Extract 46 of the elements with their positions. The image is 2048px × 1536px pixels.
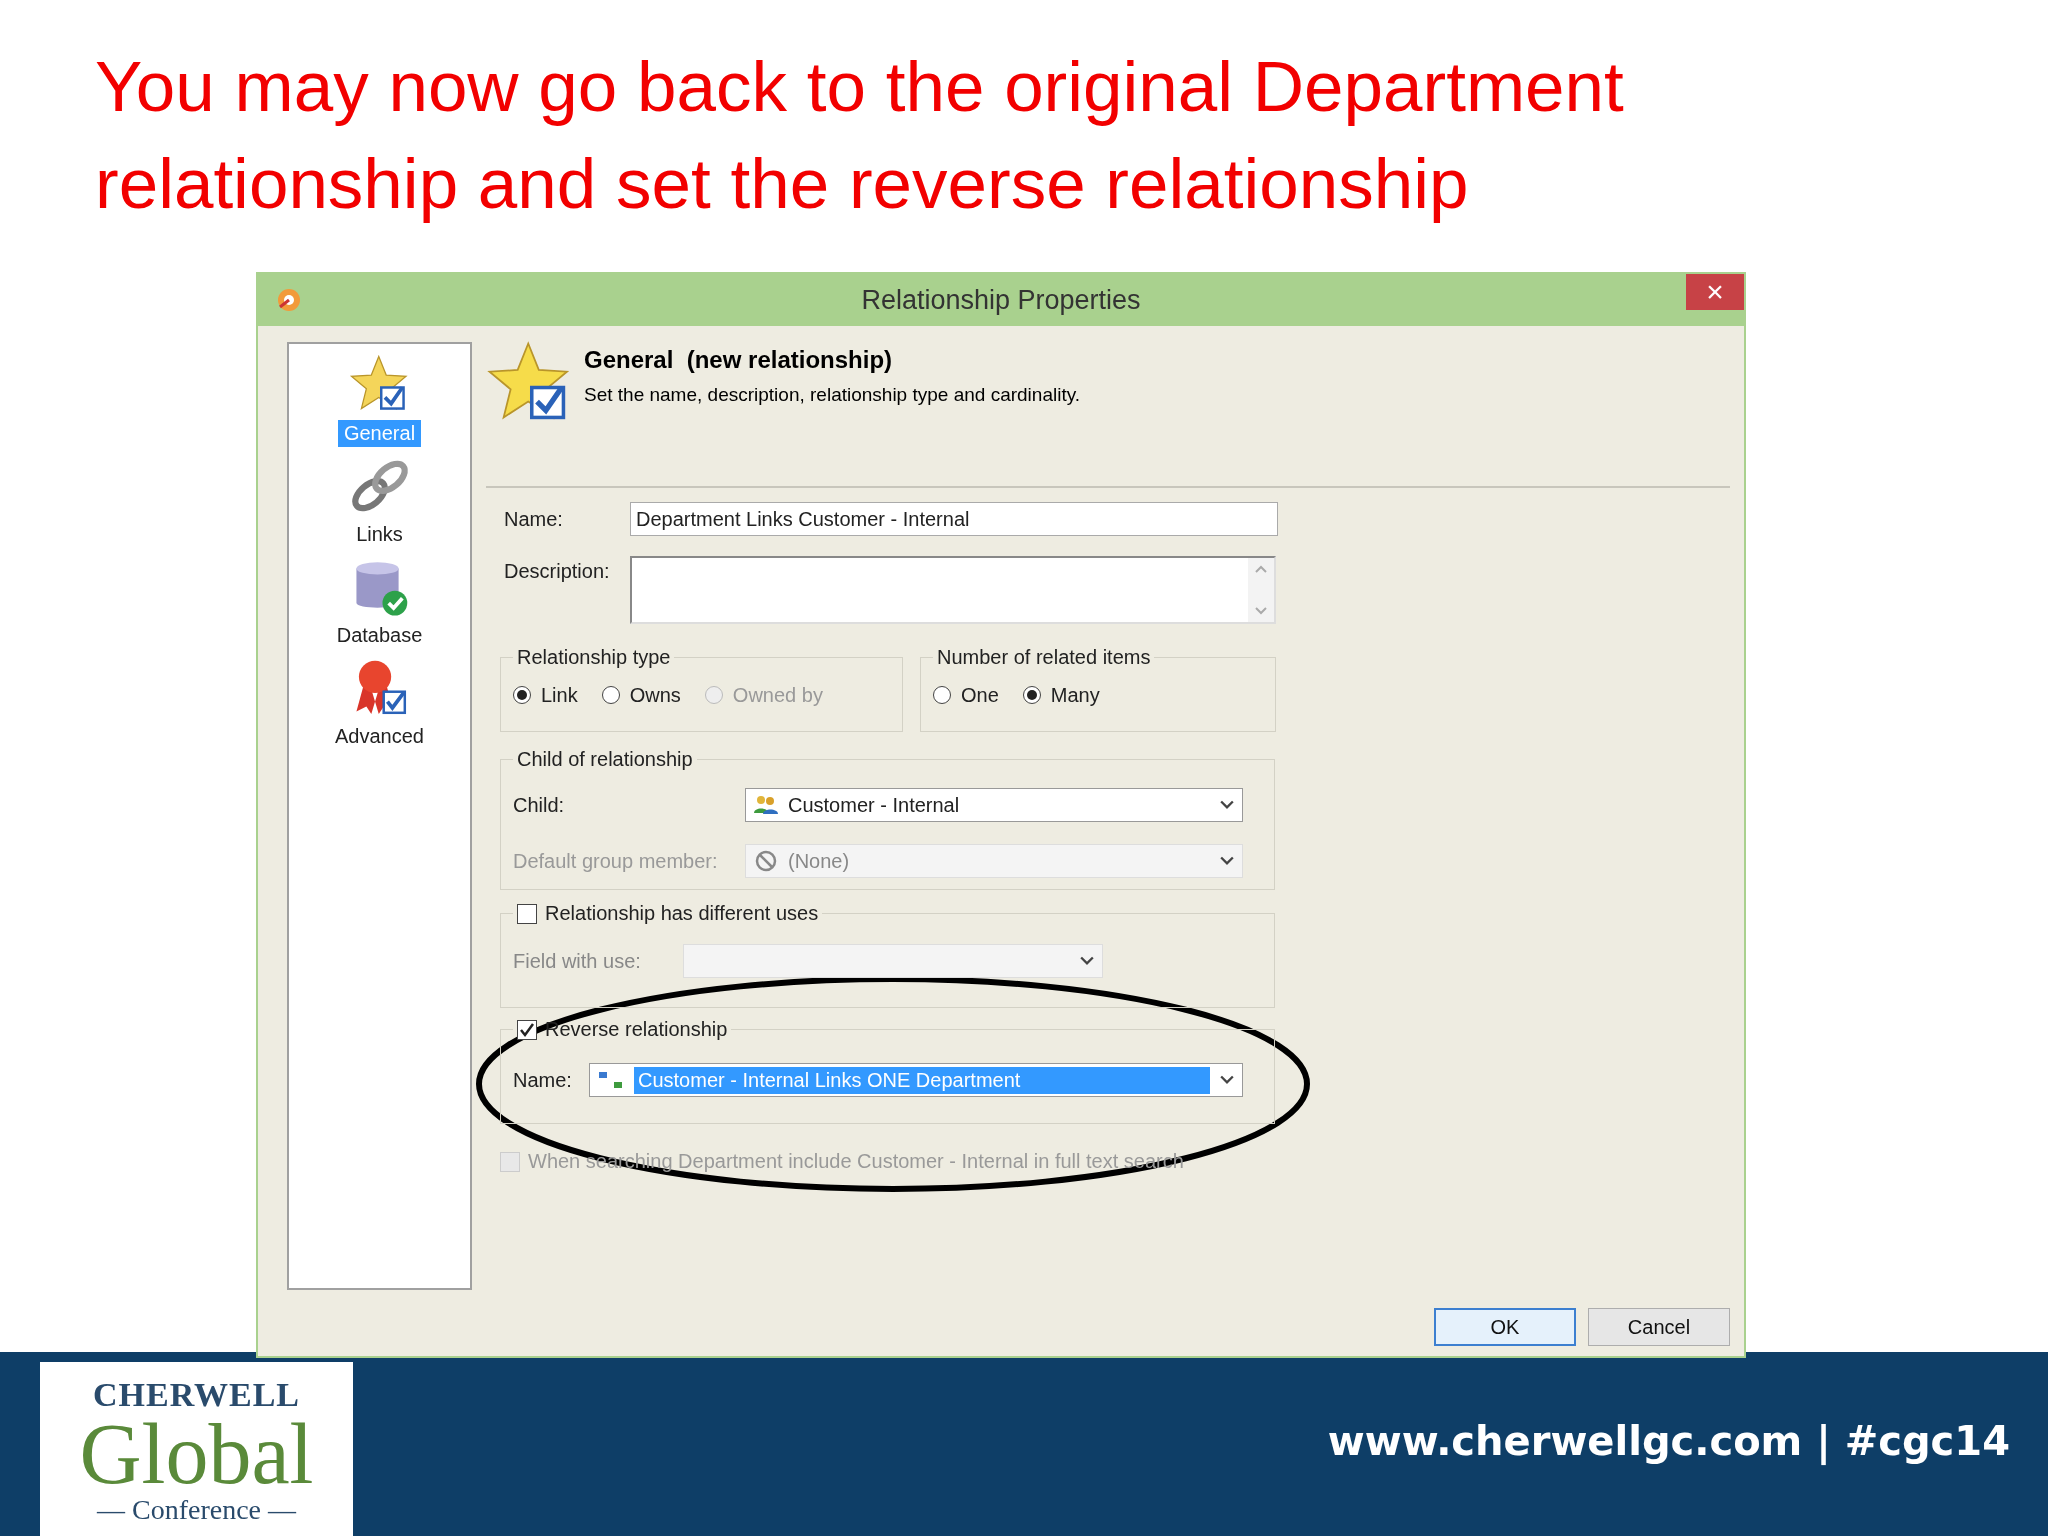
radio-button[interactable] (933, 686, 951, 704)
checkbox[interactable] (517, 903, 537, 924)
footer-text: www.cherwellgc.com | #cgc14 (1327, 1418, 2010, 1467)
field-label: Child: (513, 793, 566, 817)
caret-icon (1220, 1075, 1234, 1085)
name-field[interactable]: Department Links Customer - Internal (630, 502, 1278, 536)
people-icon (754, 794, 778, 816)
relationship-icon (598, 1070, 624, 1090)
caret-icon (1220, 800, 1234, 810)
description-field[interactable] (630, 556, 1276, 624)
sidebar-item[interactable]: Database (330, 556, 429, 649)
dialog-button[interactable]: OK (1434, 1308, 1576, 1346)
field-label: Description: (504, 559, 611, 583)
sidebar-item[interactable]: Advanced (329, 657, 430, 750)
radio-button[interactable] (513, 686, 531, 704)
radio-option[interactable]: One (933, 683, 999, 707)
app-icon (276, 287, 302, 313)
section-subtitle: Set the name, description, relationship type and cardinality. (584, 384, 1081, 406)
field-label: Name: (504, 507, 564, 531)
window-title: Relationship Properties (860, 284, 1142, 316)
radio-option[interactable]: Owns (601, 683, 681, 707)
dropdown[interactable]: Customer - Internal (745, 788, 1243, 822)
field-label: Name: (513, 1068, 573, 1092)
no-entry-icon (754, 850, 778, 872)
group-legend: Number of related items (933, 646, 1155, 669)
dialog-button[interactable]: Cancel (1588, 1308, 1730, 1346)
radio-option[interactable]: Link (513, 683, 578, 707)
field-label: Default group member: (513, 849, 719, 873)
logo-text: CHERWELL (92, 1376, 301, 1414)
sidebar-item[interactable]: Links (348, 455, 411, 548)
field-label: Field with use: (513, 949, 642, 973)
checkbox[interactable] (517, 1019, 537, 1040)
section-title: General (new relationship) (584, 346, 894, 374)
caret-icon (1080, 956, 1094, 966)
caret-icon (1220, 856, 1234, 866)
group-legend: Relationship type (513, 646, 675, 669)
group-legend: Child of relationship (513, 748, 697, 771)
radio-button[interactable] (1022, 686, 1041, 704)
slide-title: You may now go back to the original Department relationship and set the reverse relationship (94, 46, 1625, 225)
close-button[interactable]: × (1686, 274, 1744, 310)
radio-option[interactable]: Many (1022, 683, 1100, 707)
radio-button[interactable] (601, 686, 620, 704)
checkbox-option[interactable]: Relationship has different uses (517, 902, 819, 925)
logo-text: Global (79, 1414, 314, 1494)
scrollbar-icon (1248, 558, 1274, 622)
logo-text: — Conference — (96, 1494, 296, 1526)
